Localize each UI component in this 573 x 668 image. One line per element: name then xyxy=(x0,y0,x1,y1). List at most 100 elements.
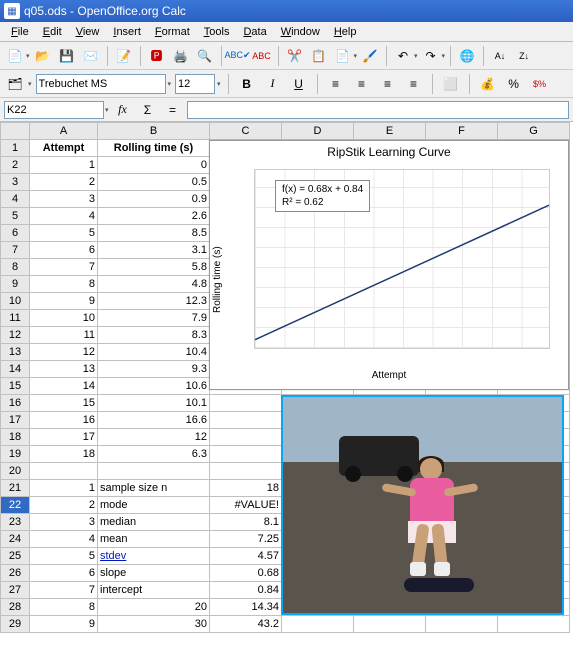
menu-edit[interactable]: Edit xyxy=(36,24,69,40)
cell[interactable]: 0.84 xyxy=(210,582,282,599)
cell[interactable]: Rolling time (s) xyxy=(98,140,210,157)
cell[interactable]: 16.6 xyxy=(98,412,210,429)
row-header[interactable]: 2 xyxy=(1,157,30,174)
cell[interactable] xyxy=(98,463,210,480)
align-center-button[interactable]: ≡ xyxy=(351,73,373,95)
paste-icon[interactable]: 📄 xyxy=(332,45,354,67)
corner-cell[interactable] xyxy=(1,123,30,140)
cell[interactable]: 1 xyxy=(30,157,98,174)
merge-cells-button[interactable]: ⬜ xyxy=(440,73,462,95)
row-header[interactable]: 11 xyxy=(1,310,30,327)
row-header[interactable]: 22 xyxy=(1,497,30,514)
equals-icon[interactable]: = xyxy=(162,99,184,121)
chart-object[interactable]: RipStik Learning Curve Rolling time (s) … xyxy=(209,140,569,390)
cell[interactable]: 5.8 xyxy=(98,259,210,276)
cell[interactable]: 1 xyxy=(30,480,98,497)
cell[interactable]: 4 xyxy=(30,531,98,548)
menu-data[interactable]: Data xyxy=(236,24,273,40)
print-preview-icon[interactable]: 🔍 xyxy=(194,45,216,67)
cell[interactable]: 2.6 xyxy=(98,208,210,225)
row-header[interactable]: 10 xyxy=(1,293,30,310)
row-header[interactable]: 3 xyxy=(1,174,30,191)
cell[interactable]: 9 xyxy=(30,616,98,633)
cell[interactable] xyxy=(282,616,354,633)
cell[interactable]: 6.3 xyxy=(98,446,210,463)
align-justify-button[interactable]: ≡ xyxy=(403,73,425,95)
cell[interactable] xyxy=(210,463,282,480)
cell[interactable]: 14.34 xyxy=(210,599,282,616)
align-right-button[interactable]: ≡ xyxy=(377,73,399,95)
row-header[interactable]: 17 xyxy=(1,412,30,429)
copy-icon[interactable]: 📋 xyxy=(308,45,330,67)
row-header[interactable]: 21 xyxy=(1,480,30,497)
export-pdf-icon[interactable]: 🅿 xyxy=(146,45,168,67)
cell[interactable]: 30 xyxy=(98,616,210,633)
percent-button[interactable]: % xyxy=(503,73,525,95)
cell[interactable]: Attempt xyxy=(30,140,98,157)
menu-view[interactable]: View xyxy=(69,24,107,40)
edit-icon[interactable]: 📝 xyxy=(113,45,135,67)
cell[interactable]: 0 xyxy=(98,157,210,174)
cell[interactable]: 15 xyxy=(30,395,98,412)
cell[interactable]: stdev xyxy=(98,548,210,565)
row-header[interactable]: 4 xyxy=(1,191,30,208)
cell[interactable]: 7 xyxy=(30,582,98,599)
cell[interactable]: 3 xyxy=(30,191,98,208)
cell[interactable]: 8 xyxy=(30,599,98,616)
row-header[interactable]: 1 xyxy=(1,140,30,157)
cell[interactable]: 7 xyxy=(30,259,98,276)
row-header[interactable]: 8 xyxy=(1,259,30,276)
column-header[interactable]: B xyxy=(98,123,210,140)
row-header[interactable]: 24 xyxy=(1,531,30,548)
row-header[interactable]: 13 xyxy=(1,344,30,361)
hyperlink-icon[interactable]: 🌐 xyxy=(456,45,478,67)
font-name-combo[interactable] xyxy=(36,74,166,94)
cell[interactable]: 43.2 xyxy=(210,616,282,633)
cell[interactable]: 9.3 xyxy=(98,361,210,378)
cell[interactable]: 2 xyxy=(30,497,98,514)
cell[interactable]: median xyxy=(98,514,210,531)
cell[interactable]: 10.1 xyxy=(98,395,210,412)
underline-button[interactable]: U xyxy=(288,73,310,95)
cell[interactable]: #VALUE! xyxy=(210,497,282,514)
cell[interactable]: 6 xyxy=(30,242,98,259)
new-document-icon[interactable]: 📄 xyxy=(4,45,26,67)
cell[interactable]: 2 xyxy=(30,174,98,191)
cell[interactable]: 18 xyxy=(210,480,282,497)
sort-desc-icon[interactable]: Z↓ xyxy=(513,45,535,67)
cell[interactable]: 14 xyxy=(30,378,98,395)
cell[interactable]: slope xyxy=(98,565,210,582)
menu-help[interactable]: Help xyxy=(327,24,364,40)
cell[interactable]: intercept xyxy=(98,582,210,599)
cell[interactable]: mean xyxy=(98,531,210,548)
cell[interactable]: 8.5 xyxy=(98,225,210,242)
column-header[interactable]: C xyxy=(210,123,282,140)
cell[interactable]: 5 xyxy=(30,548,98,565)
row-header[interactable]: 16 xyxy=(1,395,30,412)
row-header[interactable]: 28 xyxy=(1,599,30,616)
cell[interactable] xyxy=(498,616,570,633)
column-header[interactable]: F xyxy=(426,123,498,140)
column-header[interactable]: G xyxy=(498,123,570,140)
function-wizard-icon[interactable]: fx xyxy=(112,99,134,121)
row-header[interactable]: 12 xyxy=(1,327,30,344)
italic-button[interactable]: I xyxy=(262,73,284,95)
cell[interactable]: 8 xyxy=(30,276,98,293)
spellcheck-icon[interactable]: ABC✔ xyxy=(227,45,249,67)
row-header[interactable]: 18 xyxy=(1,429,30,446)
menu-format[interactable]: Format xyxy=(148,24,197,40)
open-icon[interactable]: 📂 xyxy=(32,45,54,67)
cell[interactable] xyxy=(210,446,282,463)
cell[interactable]: 4.57 xyxy=(210,548,282,565)
cell[interactable]: 9 xyxy=(30,293,98,310)
row-header[interactable]: 5 xyxy=(1,208,30,225)
cell[interactable] xyxy=(426,616,498,633)
formula-input[interactable] xyxy=(187,101,569,119)
cell[interactable]: 0.68 xyxy=(210,565,282,582)
cell[interactable]: sample size n xyxy=(98,480,210,497)
cell[interactable]: 3.1 xyxy=(98,242,210,259)
row-header[interactable]: 14 xyxy=(1,361,30,378)
menu-tools[interactable]: Tools xyxy=(197,24,237,40)
row-header[interactable]: 6 xyxy=(1,225,30,242)
menu-insert[interactable]: Insert xyxy=(106,24,148,40)
